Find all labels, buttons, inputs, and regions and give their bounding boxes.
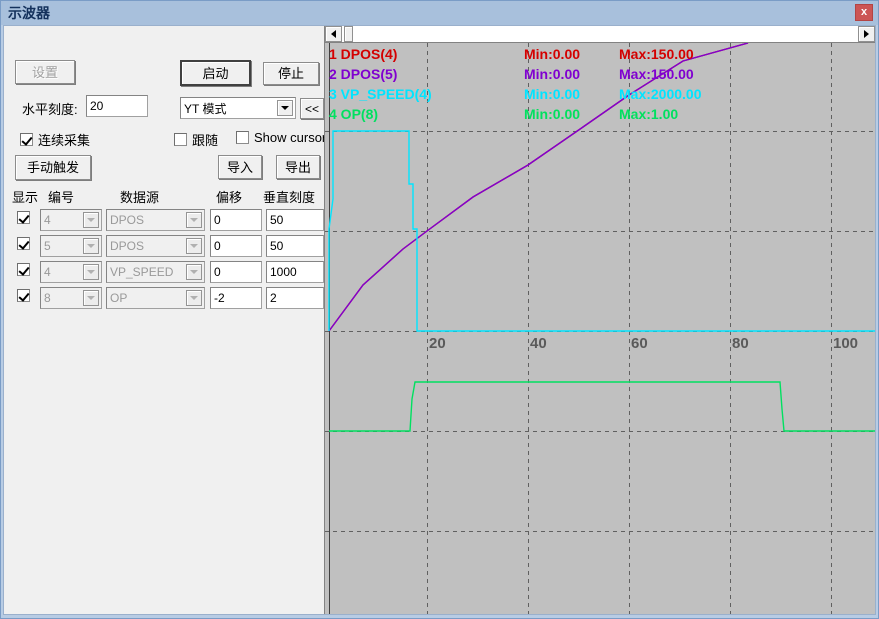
header-number: 编号 <box>48 187 74 206</box>
checkbox-box <box>17 289 30 302</box>
legend-max-value: Max:150.00 <box>619 66 694 82</box>
plot-canvas <box>325 43 875 614</box>
channel-show-checkbox[interactable] <box>17 211 35 224</box>
channel-offset-input[interactable] <box>210 235 262 257</box>
chevron-down-icon <box>186 212 202 228</box>
legend-item: 4 OP(8) Min:0.00 Max:1.00 <box>329 106 749 124</box>
legend-series-label: 2 DPOS(5) <box>329 66 397 82</box>
chevron-down-icon <box>83 264 99 280</box>
client-area: 设置 启动 停止 水平刻度: YT 模式 << 连续采集 跟随 Show cur… <box>3 25 876 615</box>
show-cursor-label: Show cursor <box>254 130 326 145</box>
chevron-down-icon <box>83 290 99 306</box>
legend-item: 1 DPOS(4) Min:0.00 Max:150.00 <box>329 46 749 64</box>
legend-max-value: Max:2000.00 <box>619 86 702 102</box>
chevron-down-icon <box>186 238 202 254</box>
checkbox-box <box>17 211 30 224</box>
channel-vscale-input[interactable] <box>266 287 324 309</box>
channel-show-checkbox[interactable] <box>17 263 35 276</box>
follow-label: 跟随 <box>192 130 218 149</box>
channel-source-dropdown[interactable]: DPOS <box>106 235 205 257</box>
checkbox-box <box>236 131 249 144</box>
checkbox-box <box>20 133 33 146</box>
checkbox-box <box>174 133 187 146</box>
legend-min-value: Min:0.00 <box>524 86 580 102</box>
channel-source-dropdown[interactable]: OP <box>106 287 205 309</box>
x-axis-tick-label: 20 <box>429 335 446 352</box>
legend-max-value: Max:1.00 <box>619 106 678 122</box>
legend-max-value: Max:150.00 <box>619 46 694 62</box>
follow-checkbox[interactable]: 跟随 <box>174 130 218 149</box>
waveform-plot[interactable]: 1 DPOS(4) Min:0.00 Max:150.00 2 DPOS(5) Min:… <box>325 43 875 614</box>
header-offset: 偏移 <box>216 187 242 206</box>
legend-series-label: 4 OP(8) <box>329 106 378 122</box>
channel-number-dropdown[interactable]: 5 <box>40 235 102 257</box>
chevron-down-icon <box>83 238 99 254</box>
scrollbar-track[interactable] <box>342 26 858 42</box>
channel-number-dropdown[interactable]: 4 <box>40 261 102 283</box>
start-button[interactable]: 启动 <box>180 60 251 86</box>
show-cursor-checkbox[interactable]: Show cursor <box>236 130 326 145</box>
header-vscale: 垂直刻度 <box>263 187 315 206</box>
scroll-right-icon[interactable] <box>858 26 875 42</box>
legend-min-value: Min:0.00 <box>524 66 580 82</box>
x-axis-tick-label: 40 <box>530 335 547 352</box>
title-bar: 示波器 x <box>1 1 878 25</box>
checkbox-box <box>17 263 30 276</box>
manual-trigger-button[interactable]: 手动触发 <box>15 155 91 180</box>
channel-number-dropdown[interactable]: 4 <box>40 209 102 231</box>
chevron-down-icon <box>186 290 202 306</box>
channel-source-dropdown[interactable]: DPOS <box>106 209 205 231</box>
horizontal-scale-input[interactable] <box>86 95 148 117</box>
settings-button[interactable]: 设置 <box>15 60 75 84</box>
close-icon[interactable]: x <box>855 4 873 21</box>
checkbox-box <box>17 237 30 250</box>
legend-series-label: 1 DPOS(4) <box>329 46 397 62</box>
header-source: 数据源 <box>120 187 159 206</box>
collapse-button[interactable]: << <box>300 98 324 119</box>
chevron-down-icon <box>83 212 99 228</box>
continuous-capture-label: 连续采集 <box>38 130 90 149</box>
legend-min-value: Min:0.00 <box>524 106 580 122</box>
channel-show-checkbox[interactable] <box>17 237 35 250</box>
oscilloscope-window: 示波器 x 设置 启动 停止 水平刻度: YT 模式 << 连续采集 跟随 <box>0 0 879 619</box>
channel-vscale-input[interactable] <box>266 235 324 257</box>
mode-dropdown[interactable]: YT 模式 <box>180 97 296 119</box>
channel-offset-input[interactable] <box>210 209 262 231</box>
x-axis-tick-label: 100 <box>833 335 858 352</box>
channel-show-checkbox[interactable] <box>17 289 35 302</box>
export-button[interactable]: 导出 <box>276 155 320 179</box>
horizontal-scale-label: 水平刻度: <box>22 99 78 118</box>
channel-source-dropdown[interactable]: VP_SPEED <box>106 261 205 283</box>
legend-min-value: Min:0.00 <box>524 46 580 62</box>
channel-offset-input[interactable] <box>210 287 262 309</box>
legend-item: 3 VP_SPEED(4) Min:0.00 Max:2000.00 <box>329 86 749 104</box>
continuous-capture-checkbox[interactable]: 连续采集 <box>20 130 90 149</box>
x-axis-tick-label: 60 <box>631 335 648 352</box>
channel-number-dropdown[interactable]: 8 <box>40 287 102 309</box>
mode-dropdown-value: YT 模式 <box>184 100 277 117</box>
x-axis-tick-label: 80 <box>732 335 749 352</box>
channel-offset-input[interactable] <box>210 261 262 283</box>
channel-vscale-input[interactable] <box>266 261 324 283</box>
scroll-left-icon[interactable] <box>325 26 342 42</box>
window-title: 示波器 <box>8 3 50 23</box>
legend-item: 2 DPOS(5) Min:0.00 Max:150.00 <box>329 66 749 84</box>
import-button[interactable]: 导入 <box>218 155 262 179</box>
chart-panel: 1 DPOS(4) Min:0.00 Max:150.00 2 DPOS(5) Min:… <box>324 26 875 614</box>
header-show: 显示 <box>12 187 38 206</box>
horizontal-scrollbar[interactable] <box>325 26 875 43</box>
scrollbar-thumb[interactable] <box>344 26 353 42</box>
control-panel: 设置 启动 停止 水平刻度: YT 模式 << 连续采集 跟随 Show cur… <box>4 26 324 614</box>
chevron-down-icon <box>186 264 202 280</box>
channel-vscale-input[interactable] <box>266 209 324 231</box>
chevron-down-icon <box>277 100 293 116</box>
stop-button[interactable]: 停止 <box>263 62 319 85</box>
legend-series-label: 3 VP_SPEED(4) <box>329 86 432 102</box>
